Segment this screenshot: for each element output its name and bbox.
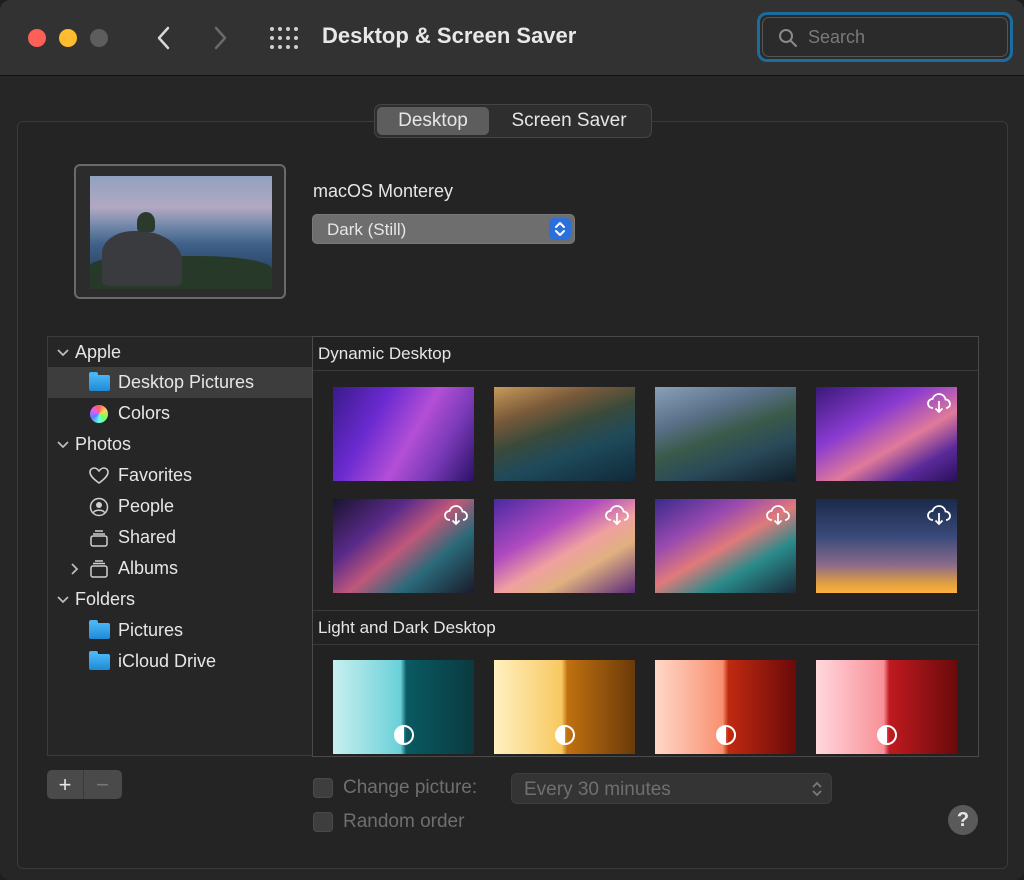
- change-interval-value: Every 30 minutes: [524, 779, 671, 800]
- appearance-mode-select[interactable]: Dark (Still): [312, 214, 575, 244]
- show-all-button[interactable]: [268, 24, 300, 52]
- minimize-button[interactable]: [59, 29, 77, 47]
- sidebar-item-label: Pictures: [118, 620, 184, 640]
- add-remove-control: + −: [47, 770, 122, 799]
- search-field[interactable]: Search: [757, 12, 1013, 62]
- chevron-down-icon[interactable]: [55, 592, 71, 608]
- sidebar-item-label: Favorites: [118, 465, 193, 485]
- remove-folder-button[interactable]: −: [84, 770, 121, 799]
- light-dark-icon: [555, 725, 575, 745]
- wallpaper-thumbnail[interactable]: [655, 387, 796, 481]
- person-icon: [88, 496, 110, 518]
- sidebar-group-apple[interactable]: Apple: [48, 337, 312, 368]
- shared-album-icon: [88, 527, 110, 549]
- preview-image: [90, 176, 272, 289]
- sidebar-item-shared[interactable]: Shared: [48, 522, 312, 553]
- wallpaper-thumbnail[interactable]: [494, 387, 635, 481]
- sidebar-item-people[interactable]: People: [48, 491, 312, 522]
- sidebar-item-label: Desktop Pictures: [118, 372, 255, 392]
- add-folder-button[interactable]: +: [47, 770, 84, 799]
- cloud-download-icon[interactable]: [604, 504, 630, 526]
- appearance-mode-value: Dark (Still): [327, 220, 407, 239]
- tab-screen-saver[interactable]: Screen Saver: [489, 107, 649, 135]
- cloud-download-icon[interactable]: [765, 504, 791, 526]
- close-button[interactable]: [28, 29, 46, 47]
- grid-icon: [270, 27, 298, 49]
- light-dark-icon: [716, 725, 736, 745]
- album-stack-icon: [88, 558, 110, 580]
- sidebar-item-desktop-pictures[interactable]: Desktop Pictures: [48, 367, 312, 398]
- help-button[interactable]: ?: [948, 805, 978, 835]
- sidebar-group-label: Folders: [75, 589, 136, 609]
- search-icon: [779, 29, 797, 47]
- sidebar-item-favorites[interactable]: Favorites: [48, 460, 312, 491]
- section-header-dynamic: Dynamic Desktop: [313, 337, 978, 371]
- tab-bar: Desktop Screen Saver: [374, 104, 652, 138]
- forward-button[interactable]: [206, 22, 236, 54]
- random-order-label: Random order: [343, 811, 465, 832]
- random-order-checkbox[interactable]: [313, 812, 333, 832]
- wallpaper-thumbnail[interactable]: [816, 660, 957, 754]
- light-dark-icon: [877, 725, 897, 745]
- wallpaper-thumbnail[interactable]: [655, 499, 796, 593]
- cloud-download-icon[interactable]: [926, 392, 952, 414]
- folder-icon: [88, 619, 110, 642]
- chevron-down-icon[interactable]: [55, 345, 71, 361]
- sidebar-item-label: People: [118, 496, 175, 516]
- section-header-light-dark: Light and Dark Desktop: [313, 611, 978, 645]
- wallpaper-thumbnail[interactable]: [816, 499, 957, 593]
- chevron-right-icon[interactable]: [67, 561, 83, 577]
- wallpaper-thumbnail[interactable]: [494, 660, 635, 754]
- folder-icon: [88, 650, 110, 673]
- change-picture-label: Change picture:: [343, 777, 478, 798]
- sidebar-item-label: Albums: [118, 558, 179, 578]
- tab-desktop[interactable]: Desktop: [377, 107, 489, 135]
- sidebar-item-albums[interactable]: Albums: [48, 553, 312, 584]
- heart-icon: [88, 465, 110, 487]
- sidebar-item-pictures[interactable]: Pictures: [48, 615, 312, 646]
- title-bar: Desktop & Screen Saver Search: [0, 0, 1024, 76]
- back-button[interactable]: [148, 22, 178, 54]
- sidebar-item-label: Shared: [118, 527, 177, 547]
- sidebar-item-label: Colors: [118, 403, 171, 423]
- zoom-button[interactable]: [90, 29, 108, 47]
- wallpaper-thumbnail[interactable]: [816, 387, 957, 481]
- color-wheel-icon: [88, 403, 110, 425]
- search-placeholder: Search: [808, 27, 866, 47]
- wallpaper-gallery[interactable]: Dynamic Desktop Light and Dark Desktop: [312, 336, 979, 757]
- wallpaper-name: macOS Monterey: [313, 181, 454, 201]
- popup-arrows-icon: [812, 781, 822, 797]
- wallpaper-preview: [74, 164, 286, 299]
- chevron-right-icon: [214, 26, 227, 50]
- popup-arrows-icon: [549, 218, 571, 240]
- light-dark-icon: [394, 725, 414, 745]
- cloud-download-icon[interactable]: [926, 504, 952, 526]
- wallpaper-thumbnail[interactable]: [655, 660, 796, 754]
- folder-icon: [88, 371, 110, 394]
- sidebar-group-folders[interactable]: Folders: [48, 584, 312, 615]
- chevron-down-icon[interactable]: [55, 437, 71, 453]
- wallpaper-thumbnail[interactable]: [333, 387, 474, 481]
- sidebar-group-label: Apple: [75, 342, 122, 362]
- sidebar-group-photos[interactable]: Photos: [48, 429, 312, 460]
- change-picture-checkbox[interactable]: [313, 778, 333, 798]
- window-title: Desktop & Screen Saver: [322, 23, 577, 48]
- sidebar-item-icloud-drive[interactable]: iCloud Drive: [48, 646, 312, 677]
- change-interval-select[interactable]: Every 30 minutes: [511, 773, 832, 804]
- wallpaper-thumbnail[interactable]: [333, 499, 474, 593]
- sidebar-item-colors[interactable]: Colors: [48, 398, 312, 429]
- wallpaper-thumbnail[interactable]: [494, 499, 635, 593]
- chevron-left-icon: [157, 26, 170, 50]
- source-list: Apple Desktop Pictures Colors Photos Fav…: [47, 336, 312, 756]
- sidebar-item-label: iCloud Drive: [118, 651, 217, 671]
- wallpaper-thumbnail[interactable]: [333, 660, 474, 754]
- sidebar-group-label: Photos: [75, 434, 132, 454]
- cloud-download-icon[interactable]: [443, 504, 469, 526]
- preferences-window: Desktop & Screen Saver Search Desktop Sc…: [0, 0, 1024, 880]
